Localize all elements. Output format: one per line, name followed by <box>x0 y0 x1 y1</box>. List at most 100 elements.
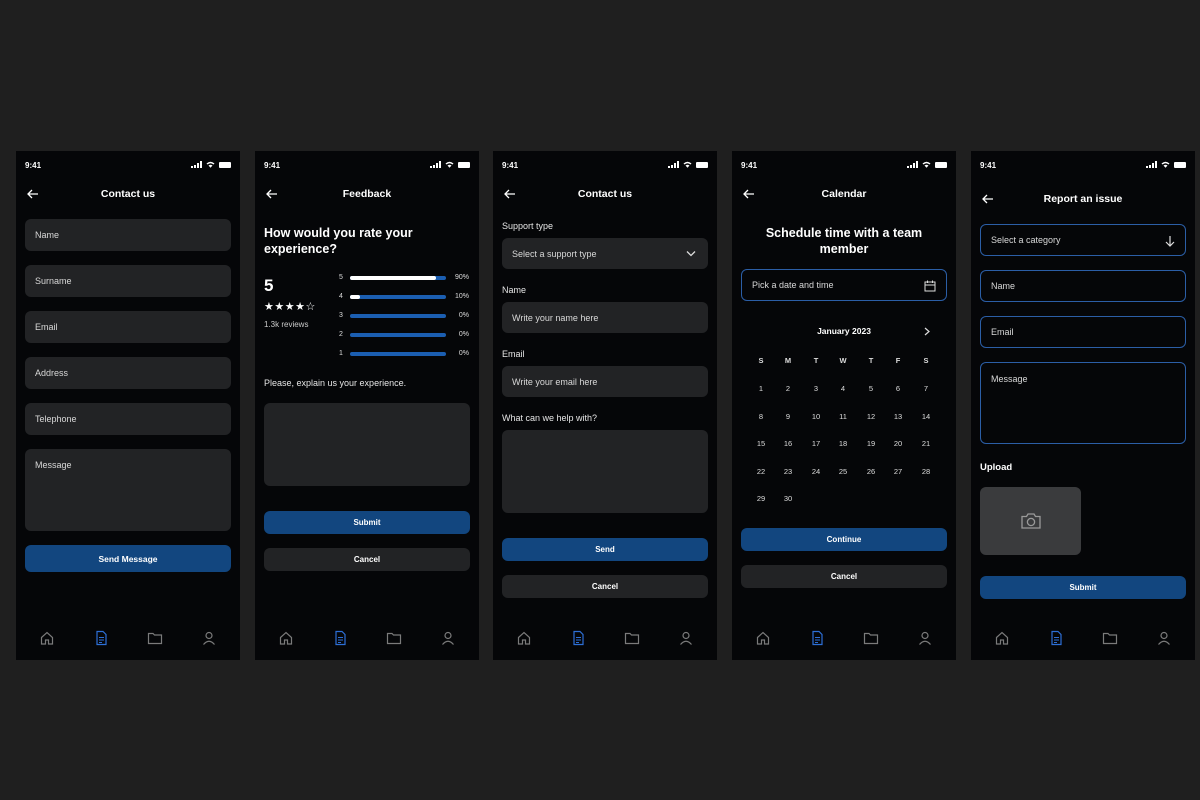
calendar-day[interactable]: 24 <box>806 467 826 476</box>
document-icon[interactable] <box>809 630 825 646</box>
calendar-day[interactable]: 4 <box>833 384 853 393</box>
calendar-day[interactable]: 11 <box>833 412 853 421</box>
calendar-day[interactable]: 14 <box>916 412 936 421</box>
calendar-day[interactable]: 21 <box>916 439 936 448</box>
user-icon[interactable] <box>678 630 694 646</box>
user-icon[interactable] <box>201 630 217 646</box>
document-icon[interactable] <box>332 630 348 646</box>
battery-icon <box>1174 161 1186 168</box>
email-field[interactable]: Email <box>25 311 231 343</box>
folder-icon[interactable] <box>386 630 402 646</box>
battery-icon <box>696 161 708 168</box>
calendar-day[interactable]: 26 <box>861 467 881 476</box>
support-type-select[interactable]: Select a support type <box>502 238 708 269</box>
email-input[interactable]: Email <box>980 316 1186 348</box>
calendar-day[interactable]: 18 <box>833 439 853 448</box>
calendar-day[interactable]: 25 <box>833 467 853 476</box>
calendar-day[interactable]: 16 <box>778 439 798 448</box>
calendar-day[interactable]: 7 <box>916 384 936 393</box>
chevron-down-icon <box>686 251 696 257</box>
rating-bar <box>350 314 446 318</box>
home-icon[interactable] <box>755 630 771 646</box>
calendar-day[interactable]: 9 <box>778 412 798 421</box>
calendar-day[interactable]: 12 <box>861 412 881 421</box>
camera-icon <box>1020 513 1041 529</box>
email-input[interactable]: Write your email here <box>502 366 708 397</box>
rating-value: 5 <box>264 276 274 295</box>
calendar-day[interactable]: 2 <box>778 384 798 393</box>
telephone-field[interactable]: Telephone <box>25 403 231 435</box>
user-icon[interactable] <box>1156 630 1172 646</box>
calendar-screen: 9:41 Calendar Schedule time with a team … <box>732 151 956 660</box>
rating-bar-fill <box>350 295 360 299</box>
user-icon[interactable] <box>917 630 933 646</box>
category-select[interactable]: Select a category <box>980 224 1186 256</box>
calendar-day[interactable]: 13 <box>888 412 908 421</box>
message-field[interactable]: Message <box>25 449 231 531</box>
calendar-day[interactable]: 15 <box>751 439 771 448</box>
schedule-heading: Schedule time with a team member <box>765 226 923 256</box>
message-textarea[interactable]: Message <box>980 362 1186 444</box>
document-icon[interactable] <box>570 630 586 646</box>
home-icon[interactable] <box>39 630 55 646</box>
rating-bar <box>350 295 446 299</box>
calendar-day[interactable]: 1 <box>751 384 771 393</box>
battery-icon <box>935 161 947 168</box>
name-field[interactable]: Name <box>25 219 231 251</box>
name-input[interactable]: Write your name here <box>502 302 708 333</box>
cancel-button[interactable]: Cancel <box>741 565 947 588</box>
support-contact-screen: 9:41 Contact us Support type Select a su… <box>493 151 717 660</box>
home-icon[interactable] <box>516 630 532 646</box>
calendar-day[interactable]: 30 <box>778 494 798 503</box>
calendar-month: January 2023 <box>817 326 871 336</box>
star-rating[interactable]: ★★★★☆ <box>264 300 316 313</box>
page-title: Contact us <box>577 188 633 200</box>
calendar-day[interactable]: 22 <box>751 467 771 476</box>
status-time: 9:41 <box>264 161 281 170</box>
folder-icon[interactable] <box>1102 630 1118 646</box>
user-icon[interactable] <box>440 630 456 646</box>
upload-dropzone[interactable] <box>980 487 1081 555</box>
calendar-day[interactable]: 6 <box>888 384 908 393</box>
rating-question: How would you rate your experience? <box>264 226 413 256</box>
calendar-day[interactable]: 27 <box>888 467 908 476</box>
calendar-day[interactable]: 29 <box>751 494 771 503</box>
folder-icon[interactable] <box>147 630 163 646</box>
calendar-day[interactable]: 5 <box>861 384 881 393</box>
cancel-button[interactable]: Cancel <box>502 575 708 598</box>
submit-button[interactable]: Submit <box>980 576 1186 599</box>
calendar-day[interactable]: 20 <box>888 439 908 448</box>
wifi-icon <box>445 161 454 168</box>
document-icon[interactable] <box>93 630 109 646</box>
rating-percent: 0% <box>458 350 469 357</box>
folder-icon[interactable] <box>863 630 879 646</box>
calendar-day[interactable]: 3 <box>806 384 826 393</box>
cancel-button[interactable]: Cancel <box>264 548 470 571</box>
star-filled-icon: ★ <box>264 301 275 313</box>
calendar-day[interactable]: 28 <box>916 467 936 476</box>
send-message-button[interactable]: Send Message <box>25 545 231 572</box>
home-icon[interactable] <box>278 630 294 646</box>
submit-button[interactable]: Submit <box>264 511 470 534</box>
star-filled-icon: ★ <box>274 301 285 313</box>
rating-percent: 0% <box>458 331 469 338</box>
folder-icon[interactable] <box>624 630 640 646</box>
surname-field[interactable]: Surname <box>25 265 231 297</box>
calendar-day[interactable]: 19 <box>861 439 881 448</box>
continue-button[interactable]: Continue <box>741 528 947 551</box>
status-bar: 9:41 <box>264 160 470 172</box>
home-icon[interactable] <box>994 630 1010 646</box>
calendar-day[interactable]: 8 <box>751 412 771 421</box>
experience-textarea[interactable] <box>264 403 470 486</box>
help-textarea[interactable] <box>502 430 708 513</box>
send-button[interactable]: Send <box>502 538 708 561</box>
calendar-day[interactable]: 17 <box>806 439 826 448</box>
calendar-day[interactable]: 23 <box>778 467 798 476</box>
chevron-right-icon[interactable] <box>924 327 930 336</box>
calendar-day[interactable]: 10 <box>806 412 826 421</box>
date-time-picker[interactable]: Pick a date and time <box>741 269 947 301</box>
document-icon[interactable] <box>1048 630 1064 646</box>
name-input[interactable]: Name <box>980 270 1186 302</box>
rating-percent: 0% <box>458 312 469 319</box>
address-field[interactable]: Address <box>25 357 231 389</box>
